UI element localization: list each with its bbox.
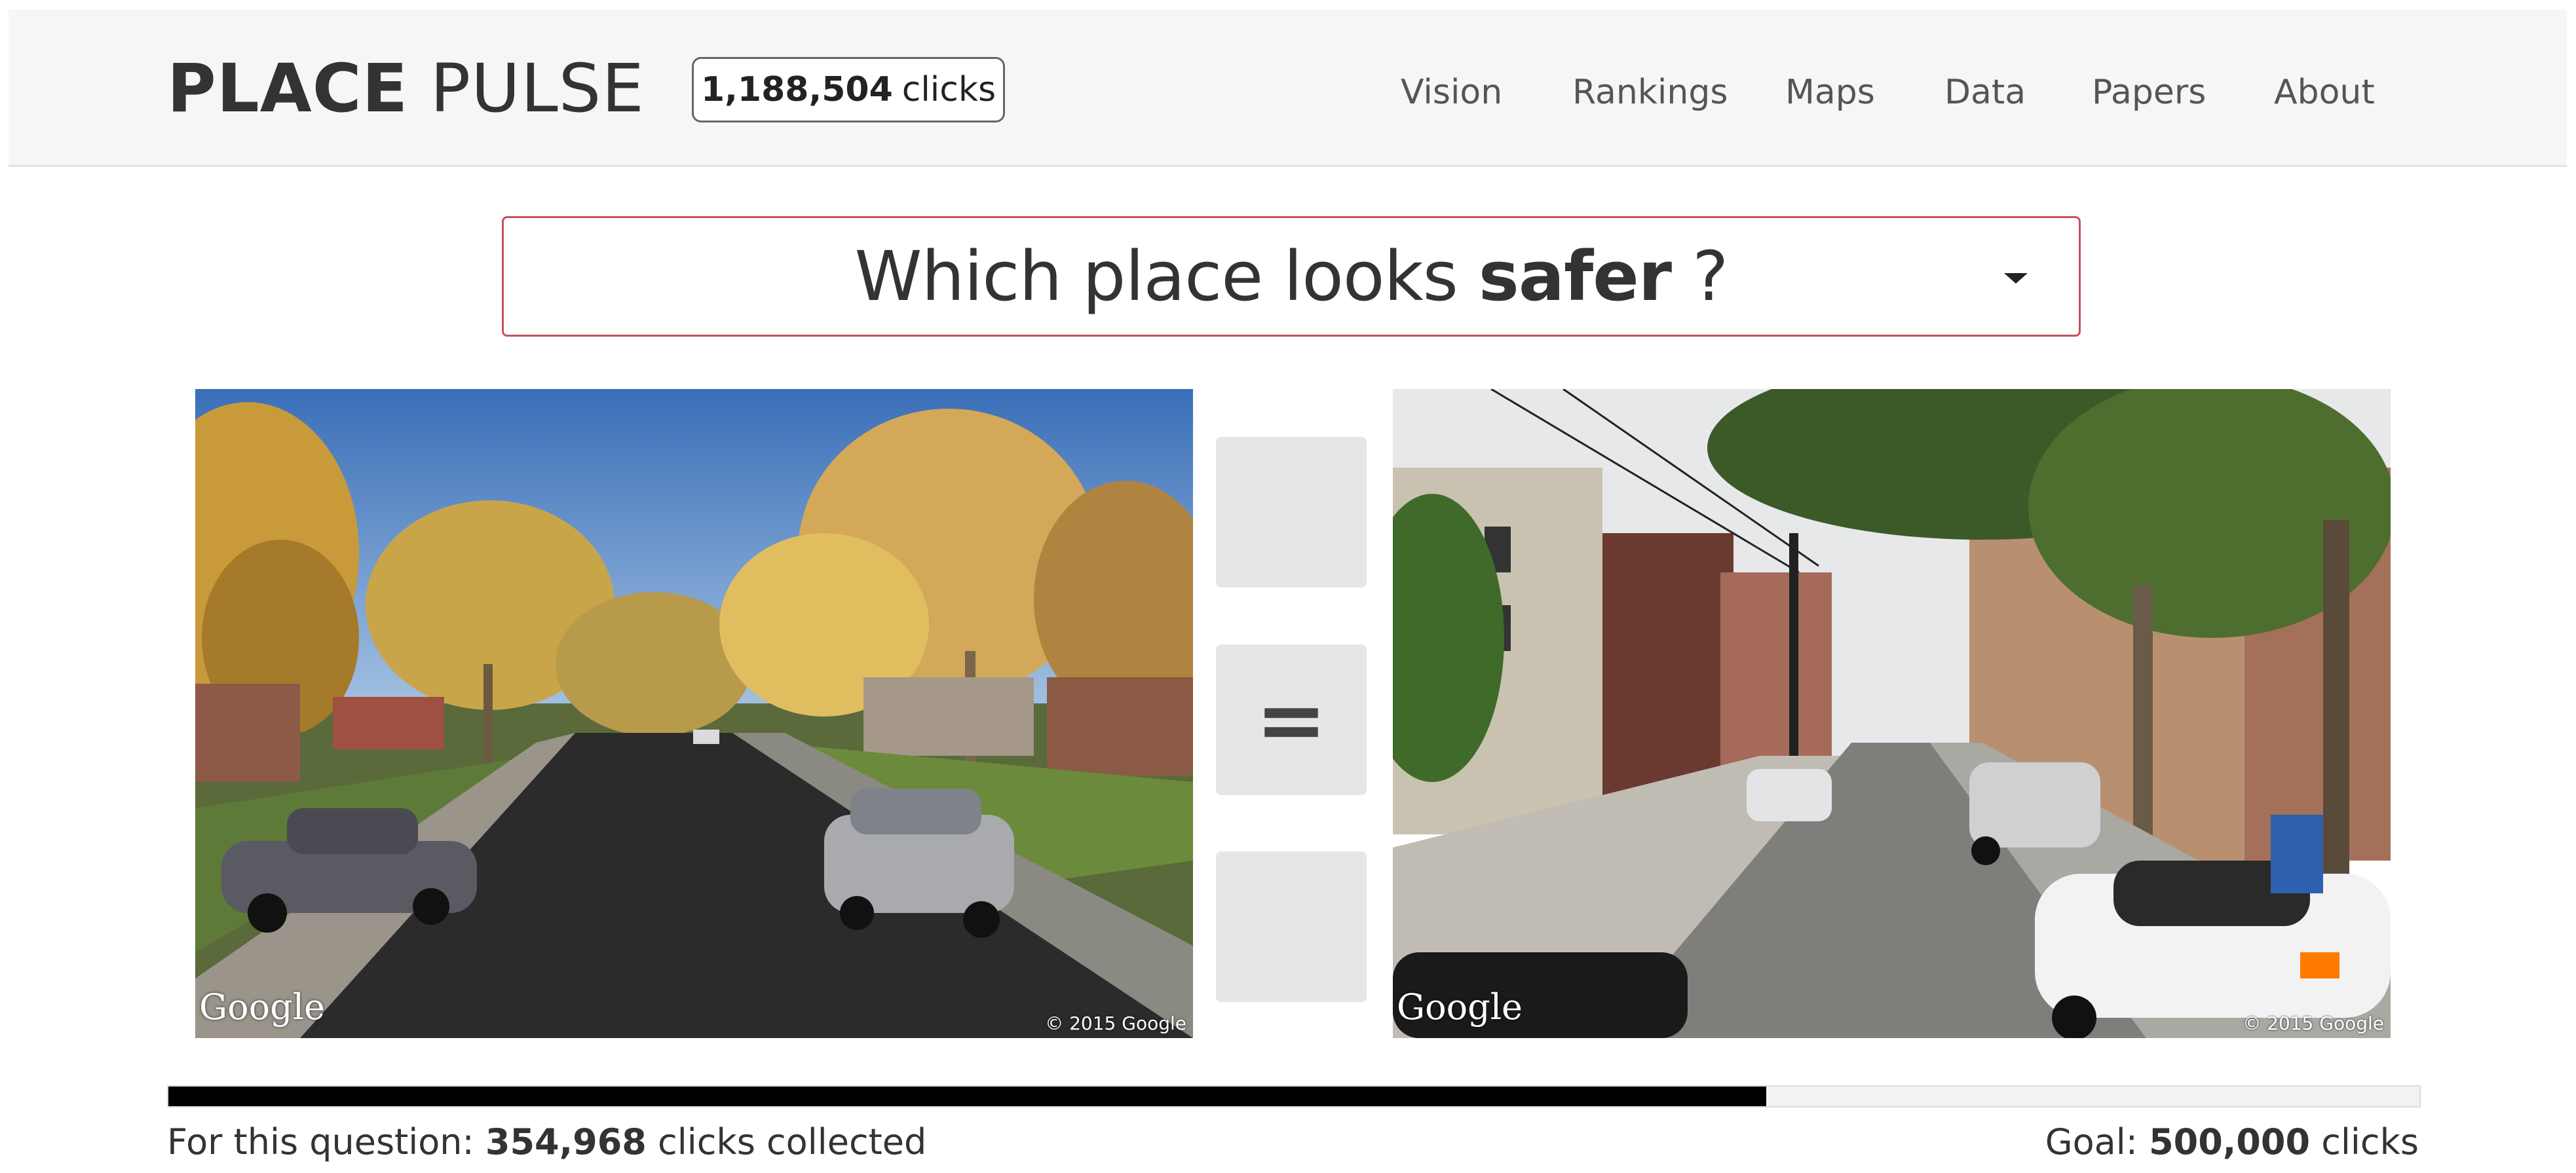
question-attribute: safer (1478, 236, 1672, 316)
brand-bold: PLACE (167, 50, 409, 128)
collected-label: For this question: (167, 1121, 474, 1163)
goal-text: Goal: 500,000 clicks (2045, 1121, 2419, 1163)
question-progress-bar (167, 1085, 2421, 1108)
urban-street-image (1393, 389, 2391, 1038)
nav-maps[interactable]: Maps (1785, 73, 1875, 112)
progress-fill (168, 1087, 1767, 1106)
left-place-image[interactable]: Google © 2015 Google (195, 389, 1193, 1038)
total-clicks-count: 1,188,504 (700, 70, 893, 109)
image-copyright: © 2015 Google (1045, 1013, 1186, 1034)
google-logo: Google (1397, 986, 1523, 1028)
google-logo: Google (199, 986, 325, 1028)
clicks-collected-text: For this question: 354,968 clicks collec… (167, 1121, 926, 1163)
goal-label: Goal: (2045, 1121, 2138, 1163)
vote-right-button[interactable] (1216, 851, 1367, 1002)
brand-light: PULSE (430, 50, 645, 128)
caret-down-icon (2004, 273, 2028, 284)
question-dropdown[interactable]: Which place looks safer ? (502, 216, 2081, 337)
navbar: PLACE PULSE 1,188,504 clicks Vision Rank… (9, 10, 2567, 167)
image-copyright: © 2015 Google (2243, 1013, 2384, 1034)
collected-suffix: clicks collected (658, 1121, 927, 1163)
question-suffix: ? (1692, 236, 1728, 316)
total-clicks-unit: clicks (901, 70, 996, 109)
collected-count: 354,968 (485, 1121, 647, 1163)
vote-left-button[interactable] (1216, 437, 1367, 587)
nav-vision[interactable]: Vision (1401, 73, 1502, 112)
nav-about[interactable]: About (2274, 73, 2375, 112)
suburban-street-image (195, 389, 1193, 1038)
nav-data[interactable]: Data (1944, 73, 2026, 112)
nav-rankings[interactable]: Rankings (1572, 73, 1728, 112)
total-clicks-badge: 1,188,504 clicks (692, 57, 1005, 122)
equal-icon: = (1255, 670, 1327, 770)
nav-papers[interactable]: Papers (2092, 73, 2206, 112)
question-text: Which place looks safer ? (854, 236, 1729, 316)
brand-logo[interactable]: PLACE PULSE (167, 56, 645, 122)
goal-suffix: clicks (2321, 1121, 2419, 1163)
goal-count: 500,000 (2149, 1121, 2311, 1163)
question-prefix: Which place looks (854, 236, 1458, 316)
vote-equal-button[interactable]: = (1216, 644, 1367, 795)
right-place-image[interactable]: Google © 2015 Google (1393, 389, 2391, 1038)
